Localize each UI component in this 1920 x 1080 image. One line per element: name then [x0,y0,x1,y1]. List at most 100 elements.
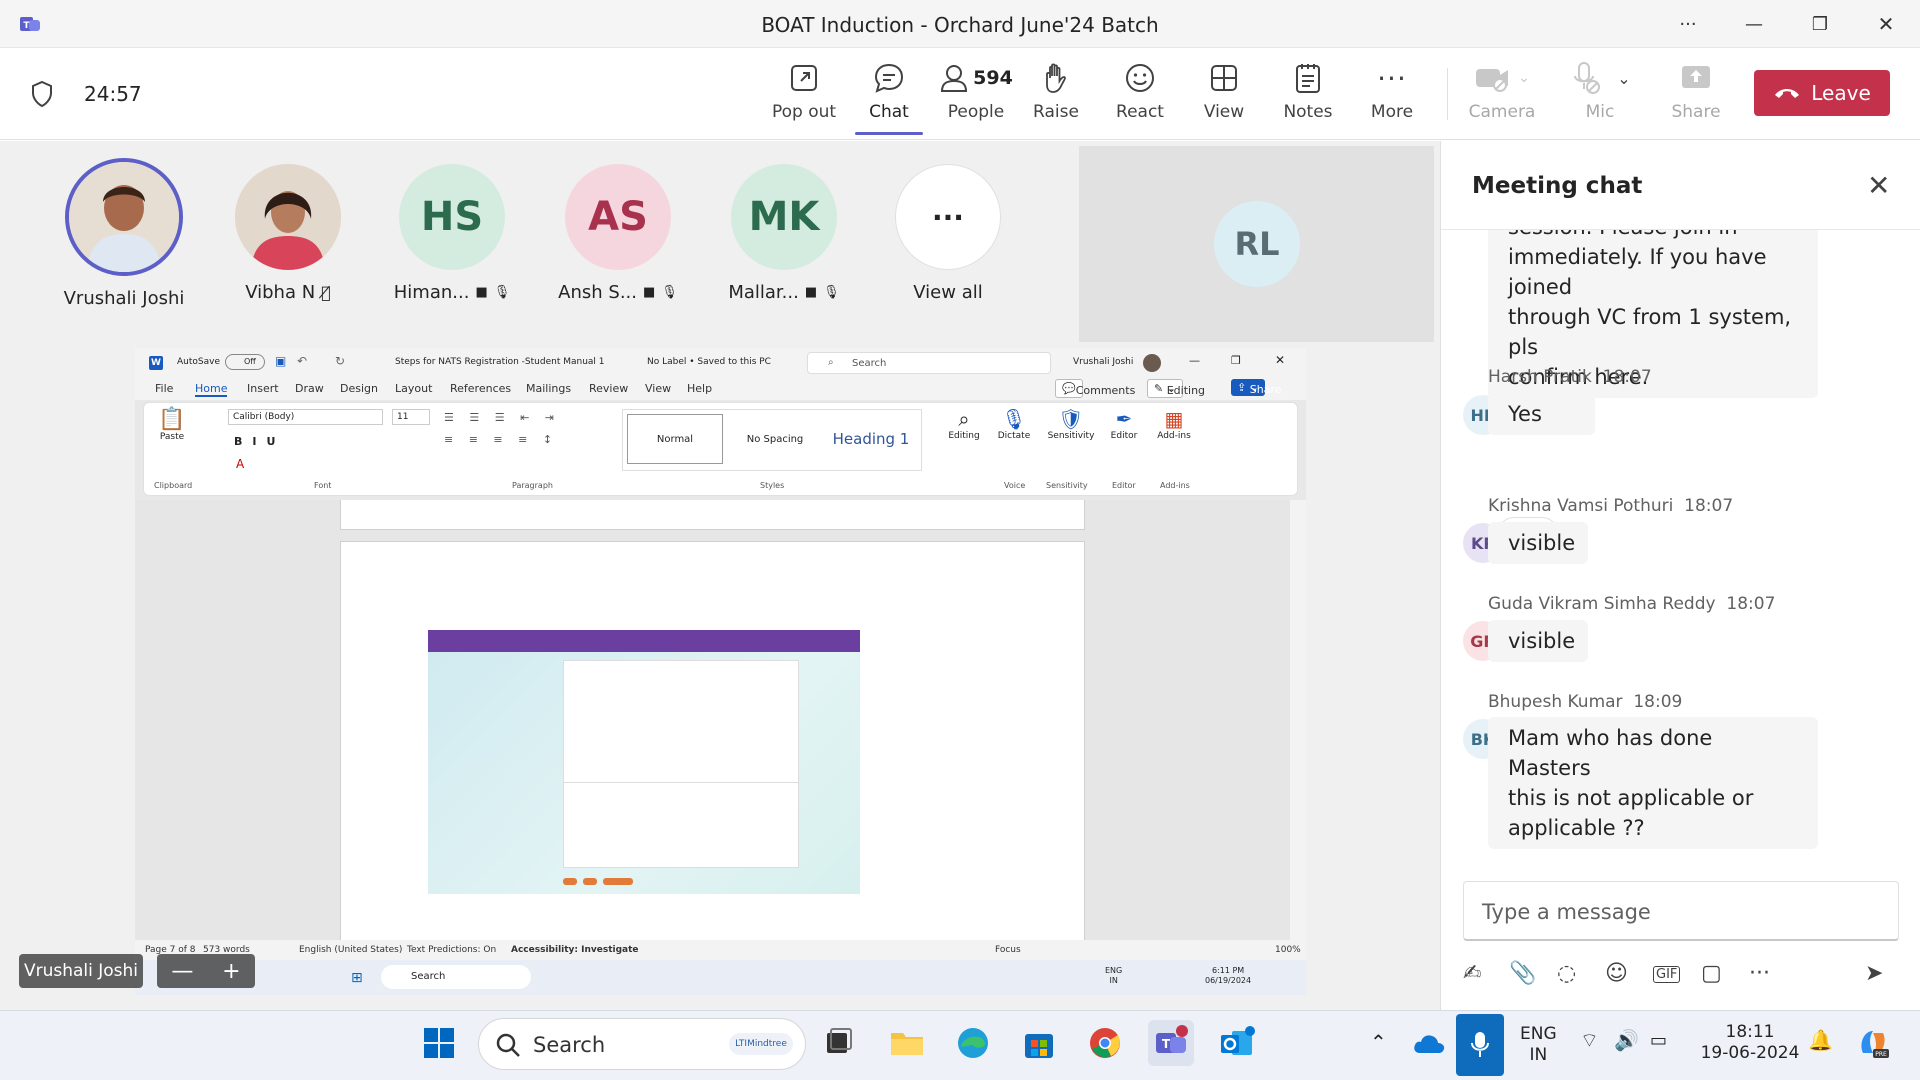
close-chat-button[interactable]: ✕ [1867,169,1890,202]
participant-mallar[interactable]: MK Mallar... ■ 🎙 [724,164,844,303]
editing-mode-button[interactable]: ✎ Editing ⌄ [1147,379,1205,398]
zoom-in-button[interactable]: + [222,959,240,984]
participant-ansh[interactable]: AS Ansh S... ■ 🎙 [558,164,678,303]
chat-button[interactable]: Chat [849,60,929,134]
user-avatar[interactable] [1143,354,1161,372]
style-heading-1[interactable]: Heading 1 [823,414,919,464]
styles-gallery[interactable]: Normal No Spacing Heading 1 [622,409,922,471]
add-ins-button[interactable]: ▦ Add-ins [1152,407,1196,441]
react-button[interactable]: React [1100,60,1180,134]
language-indicator[interactable]: ENG IN [1520,1024,1557,1066]
font-name-box[interactable]: Calibri (Body) [228,409,383,425]
word-search-box[interactable]: ⌕ Search [807,352,1051,374]
send-icon[interactable]: ➤ [1865,961,1883,986]
zoom-level[interactable]: 100% [1275,945,1301,955]
share-button[interactable]: Share [1656,60,1736,134]
autosave-toggle[interactable]: Off [225,354,265,370]
leave-button[interactable]: Leave [1754,70,1890,116]
word-close-icon[interactable]: ✕ [1275,353,1285,367]
align-buttons[interactable]: ≡ ≡ ≡ ≡ ↕ [444,433,558,446]
wifi-icon[interactable]: ⌔ [1580,1030,1599,1051]
editing-button[interactable]: ⌕ Editing [944,407,984,441]
tab-insert[interactable]: Insert [247,382,279,395]
message-input[interactable]: Type a message [1463,881,1899,941]
word-share-button[interactable]: ⇪ Share ⌄ [1231,379,1281,396]
style-normal[interactable]: Normal [627,414,723,464]
gif-icon[interactable]: GIF [1653,966,1681,983]
show-hidden-icons[interactable]: ⌃ [1370,1032,1387,1053]
notes-button[interactable]: Notes [1268,60,1348,134]
restore-button[interactable]: ❐ [1790,0,1850,48]
participant-vibha[interactable]: Vibha N 🎙̸ [228,164,348,303]
task-view-button[interactable] [816,1020,862,1066]
people-button[interactable]: 594 People [932,60,1020,134]
taskbar-search[interactable]: Search LTIMindtree [478,1018,806,1070]
more-options-icon[interactable]: ··· [1658,0,1718,48]
tab-view[interactable]: View [645,382,671,395]
tab-draw[interactable]: Draw [295,382,324,395]
store-button[interactable] [1016,1020,1062,1066]
word-minimize-icon[interactable]: — [1189,354,1200,367]
file-explorer-button[interactable] [884,1020,930,1066]
chat-messages[interactable]: session. Please join in immediately. If … [1441,230,1920,890]
tab-file[interactable]: File [155,382,173,395]
language-status[interactable]: English (United States) [299,945,402,955]
font-size-box[interactable]: 11 [392,409,430,425]
participant-tile-rl[interactable]: RL [1079,146,1434,342]
more-button[interactable]: ··· More [1352,60,1432,134]
tab-help[interactable]: Help [687,382,712,395]
volume-icon[interactable]: 🔊 [1614,1030,1639,1051]
view-button[interactable]: View [1184,60,1264,134]
teams-button[interactable]: T [1148,1020,1194,1066]
document-page[interactable] [340,541,1085,971]
more-options-icon[interactable]: ··· [1749,961,1770,986]
document-scrollbar[interactable] [1290,500,1306,964]
font-format-buttons[interactable]: BIU [234,435,285,448]
sensitivity-button[interactable]: 🛡 Sensitivity [1044,407,1098,441]
tab-home[interactable]: Home [195,382,228,397]
accessibility-status[interactable]: Accessibility: Investigate [511,945,639,955]
tab-layout[interactable]: Layout [395,382,432,395]
raise-hand-button[interactable]: Raise [1016,60,1096,134]
predictions-status[interactable]: Text Predictions: On [407,945,496,955]
style-no-spacing[interactable]: No Spacing [727,414,823,464]
outlook-button[interactable] [1214,1020,1260,1066]
comments-button[interactable]: 💬 Comments [1055,379,1135,398]
participant-himan[interactable]: HS Himan... ■ 🎙 [392,164,512,303]
onedrive-button[interactable] [1406,1020,1452,1066]
dictate-button[interactable]: 🎙 Dictate [994,407,1034,441]
editor-button[interactable]: ✒ Editor [1104,407,1144,441]
tab-references[interactable]: References [450,382,511,395]
mic-dropdown-icon[interactable]: ⌄ [1617,69,1630,88]
focus-mode[interactable]: Focus [995,945,1021,955]
mic-button[interactable]: ⌄ Mic [1560,60,1640,134]
emoji-icon[interactable]: ☺ [1605,961,1628,986]
font-color-icon[interactable]: A [236,457,244,471]
paste-button[interactable]: 📋 Paste [150,407,194,442]
camera-button[interactable]: ⌄ Camera [1462,60,1542,134]
close-window-button[interactable]: ✕ [1856,0,1916,48]
notification-bell-icon[interactable]: 🔔 [1808,1030,1833,1051]
edge-button[interactable] [950,1020,996,1066]
tab-mailings[interactable]: Mailings [526,382,571,395]
microphone-in-use-button[interactable] [1456,1014,1504,1076]
loop-icon[interactable]: ◌ [1557,961,1576,986]
battery-icon[interactable]: ▭ [1650,1030,1667,1051]
system-clock[interactable]: 18:11 19-06-2024 [1700,1022,1800,1064]
start-button[interactable] [416,1020,462,1066]
format-icon[interactable]: ✍ [1463,961,1481,986]
undo-icon[interactable]: ↶ [297,354,307,368]
view-all-button[interactable]: ··· View all [888,164,1008,303]
save-icon[interactable]: ▣ [275,354,286,368]
participant-vrushali[interactable]: Vrushali Joshi [64,158,184,309]
tab-review[interactable]: Review [589,382,628,395]
copilot-button[interactable]: PRE [1850,1020,1896,1066]
redo-icon[interactable]: ↻ [335,354,345,368]
tab-design[interactable]: Design [340,382,378,395]
word-restore-icon[interactable]: ❐ [1231,354,1241,367]
document-label[interactable]: No Label • Saved to this PC [647,357,771,367]
chrome-button[interactable] [1082,1020,1128,1066]
zoom-out-button[interactable]: — [171,959,193,984]
sticker-icon[interactable]: ▢ [1701,961,1722,986]
list-buttons[interactable]: ☰ ☰ ☰ ⇤ ⇥ [444,411,560,424]
